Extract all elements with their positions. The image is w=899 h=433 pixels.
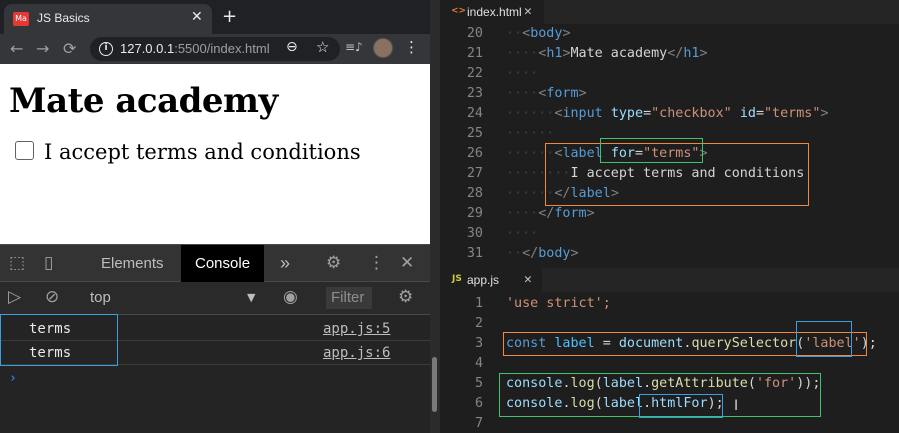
- code-line[interactable]: 22 ····: [440, 64, 899, 84]
- code-line[interactable]: 31 ··</body>: [440, 244, 899, 264]
- tab-strip: Ma JS Basics ✕ +: [0, 0, 430, 34]
- page-viewport: Mate academy I accept terms and conditio…: [0, 64, 430, 244]
- code-line[interactable]: 24 ······<input type="checkbox" id="terms…: [440, 104, 899, 124]
- zoom-icon[interactable]: ⊖: [286, 39, 298, 55]
- console-prompt[interactable]: ›: [9, 371, 17, 386]
- address-bar[interactable]: i 127.0.0.1:5500/index.html ⊖ ☆: [90, 37, 340, 61]
- forward-icon[interactable]: →: [36, 39, 49, 58]
- inspect-element-icon[interactable]: ⬚: [9, 253, 25, 273]
- line-number: 28: [466, 186, 483, 201]
- line-number: 25: [466, 126, 483, 141]
- line-number: 23: [466, 86, 483, 101]
- tab-index-html[interactable]: <> index.html ✕: [440, 0, 544, 24]
- device-toolbar-icon[interactable]: ▯: [44, 253, 53, 273]
- code-line[interactable]: 29 ····</form>: [440, 204, 899, 224]
- log-source-link[interactable]: app.js:6: [323, 345, 390, 361]
- line-number: 2: [474, 316, 483, 331]
- console-toolbar: ▷ ⊘ top ▼ ◉ Filter ⚙: [0, 282, 430, 315]
- code-line[interactable]: 21 ····<h1>Mate academy</h1>: [440, 44, 899, 64]
- devtools-panel: ⬚ ▯ Elements Console » ⚙ ⋮ ✕ ▷ ⊘ top ▼ ◉…: [0, 244, 430, 433]
- scrollbar[interactable]: [432, 357, 437, 412]
- line-number: 21: [466, 46, 483, 61]
- js-tab-bar: JS app.js ✕: [440, 268, 899, 292]
- text-cursor-icon: I: [734, 398, 739, 414]
- browser-toolbar: ← → ⟳ i 127.0.0.1:5500/index.html ⊖ ☆ ≡♪…: [0, 34, 430, 64]
- url-text[interactable]: 127.0.0.1:5500/index.html: [120, 41, 270, 56]
- reload-icon[interactable]: ⟳: [63, 39, 76, 58]
- use-strict-text: 'use strict';: [506, 296, 611, 311]
- tab-label: app.js: [467, 273, 500, 287]
- js-file-icon: JS: [452, 274, 462, 284]
- live-expression-eye-icon[interactable]: ◉: [283, 287, 298, 307]
- line-number: 3: [474, 336, 483, 351]
- bookmark-star-icon[interactable]: ☆: [316, 38, 329, 56]
- devtools-tab-bar: ⬚ ▯ Elements Console » ⚙ ⋮ ✕: [0, 244, 430, 282]
- line-number: 24: [466, 106, 483, 121]
- line-number: 6: [474, 396, 483, 411]
- settings-icon[interactable]: ⚙: [326, 253, 341, 273]
- html-file-icon: <>: [451, 6, 467, 16]
- h1-text: Mate academy: [570, 46, 668, 61]
- html-tab-bar: <> index.html ✕: [440, 0, 899, 24]
- code-line[interactable]: 23 ····<form>: [440, 84, 899, 104]
- line-number: 26: [466, 146, 483, 161]
- browser-window: Ma JS Basics ✕ + ← → ⟳ i 127.0.0.1:5500/…: [0, 0, 430, 433]
- devtools-menu-icon[interactable]: ⋮: [368, 253, 385, 273]
- line-number: 5: [474, 376, 483, 391]
- url-host: 127.0.0.1: [120, 41, 175, 56]
- tab-elements[interactable]: Elements: [101, 245, 164, 282]
- favicon-icon: Ma: [13, 12, 29, 26]
- line-number: 20: [466, 26, 483, 41]
- console-filter-input[interactable]: Filter: [326, 287, 372, 309]
- code-editor: <> index.html ✕ 20 ··<body> 21 ····<h1>Mat…: [440, 0, 899, 433]
- log-highlight-box: [0, 314, 118, 366]
- line-number: 7: [474, 416, 483, 431]
- terms-label[interactable]: I accept terms and conditions: [44, 140, 361, 164]
- close-tab-icon[interactable]: ✕: [524, 4, 532, 19]
- line-number: 1: [474, 296, 483, 311]
- for-attr-highlight-box: [600, 138, 703, 163]
- log-source-link[interactable]: app.js:5: [323, 321, 390, 337]
- htmlfor-highlight-box: [639, 394, 723, 418]
- chevron-down-icon[interactable]: ▼: [247, 291, 255, 304]
- profile-avatar[interactable]: [373, 38, 393, 58]
- console-sidebar-icon[interactable]: ▷: [8, 287, 21, 307]
- code-line[interactable]: 4: [440, 354, 899, 374]
- code-line[interactable]: 20 ··<body>: [440, 24, 899, 44]
- line-number: 30: [466, 226, 483, 241]
- line-number: 27: [466, 166, 483, 181]
- context-selector[interactable]: top: [90, 289, 111, 306]
- page-heading: Mate academy: [9, 81, 278, 121]
- tab-console[interactable]: Console: [181, 245, 265, 282]
- browser-tab[interactable]: Ma JS Basics ✕: [4, 4, 212, 34]
- tab-app-js[interactable]: JS app.js ✕: [440, 268, 542, 292]
- tab-title: JS Basics: [37, 11, 90, 25]
- tab-label: index.html: [467, 5, 522, 19]
- selector-arg-highlight-box: [796, 321, 852, 357]
- close-tab-icon[interactable]: ✕: [191, 9, 203, 25]
- code-line[interactable]: 30 ····: [440, 224, 899, 244]
- url-path: :5500/index.html: [174, 41, 270, 56]
- console-settings-icon[interactable]: ⚙: [398, 287, 413, 307]
- info-icon[interactable]: i: [99, 42, 113, 56]
- line-number: 29: [466, 206, 483, 221]
- media-control-icon[interactable]: ≡♪: [345, 40, 363, 54]
- code-line[interactable]: 1 'use strict';: [440, 294, 899, 314]
- more-tabs-icon[interactable]: »: [280, 245, 290, 282]
- browser-menu-icon[interactable]: ⋮: [404, 38, 419, 56]
- line-number: 4: [474, 356, 483, 371]
- line-number: 31: [466, 246, 483, 261]
- line-number: 22: [466, 66, 483, 81]
- close-tab-icon[interactable]: ✕: [524, 272, 532, 287]
- terms-checkbox[interactable]: [15, 141, 34, 160]
- back-icon[interactable]: ←: [10, 39, 23, 58]
- new-tab-icon[interactable]: +: [222, 6, 237, 27]
- clear-console-icon[interactable]: ⊘: [45, 287, 59, 307]
- close-devtools-icon[interactable]: ✕: [400, 253, 414, 273]
